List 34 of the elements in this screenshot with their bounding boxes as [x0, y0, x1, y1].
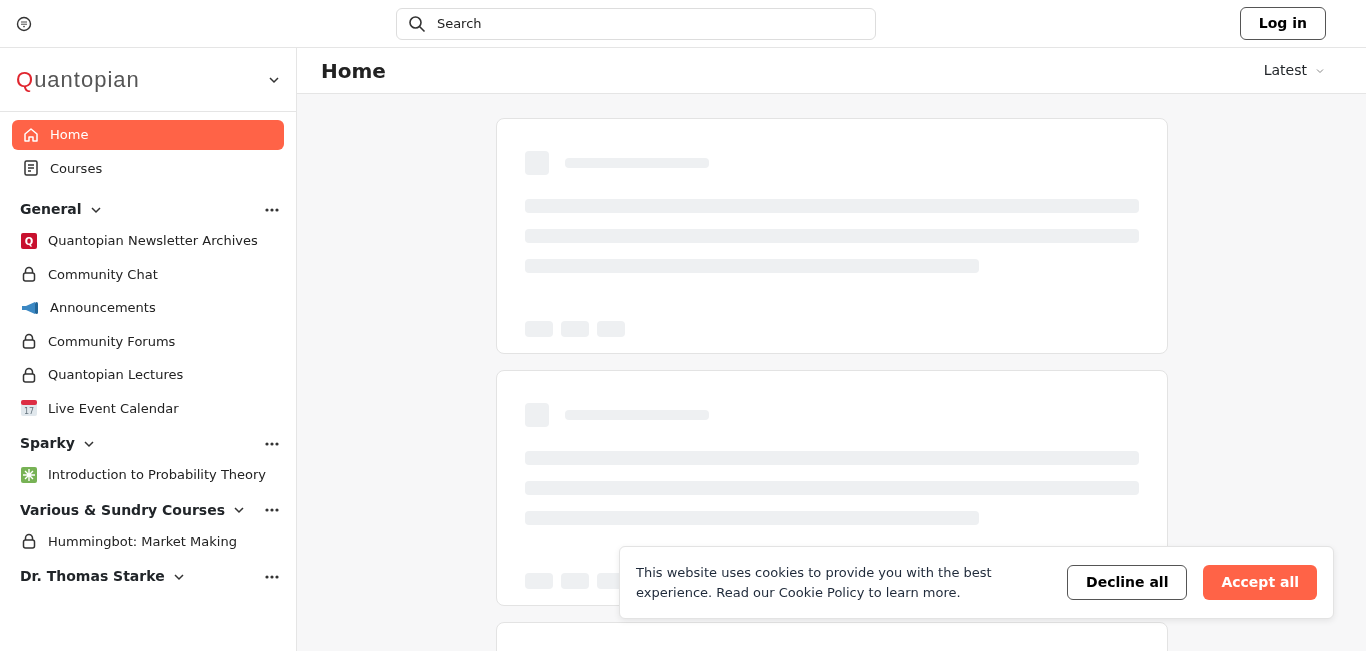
cookie-message: This website uses cookies to provide you with the best experience. Read our Cookie Policy to learn more.	[636, 564, 993, 602]
globe-icon	[16, 16, 32, 33]
sidebar-item[interactable]: Quantopian Lectures	[0, 358, 296, 392]
sidebar-item[interactable]: Community Forums	[0, 324, 296, 358]
more-icon[interactable]	[264, 440, 280, 447]
section-header[interactable]: Sparky	[16, 433, 95, 454]
home-icon	[22, 125, 40, 144]
sidebar-item[interactable]: Q Quantopian Newsletter Archives	[0, 224, 296, 258]
more-icon[interactable]	[264, 507, 280, 513]
login-button[interactable]: Log in	[1239, 7, 1326, 40]
calendar-icon: 17	[20, 399, 38, 418]
section-header[interactable]: General	[16, 199, 102, 220]
more-icon[interactable]	[264, 206, 280, 213]
nav-item[interactable]: Courses	[12, 153, 284, 183]
notebook-icon	[22, 159, 40, 178]
sort-dropdown[interactable]: Latest	[1254, 55, 1334, 87]
page-title: Home	[321, 58, 386, 83]
sidebar-item[interactable]: Announcements	[0, 291, 296, 325]
sidebar-item[interactable]: Hummingbot: Market Making	[0, 524, 296, 558]
decline-button[interactable]: Decline all	[1067, 565, 1188, 600]
sidebar-item[interactable]: 17 Live Event Calendar	[0, 391, 296, 425]
sparkle-icon	[20, 465, 38, 484]
brand-logo: Quantopian	[16, 66, 140, 94]
lock-icon	[20, 532, 38, 551]
sidebar-item[interactable]: Community Chat	[0, 257, 296, 291]
section-header[interactable]: Various & Sundry Courses	[16, 499, 245, 521]
q-badge-icon: Q	[20, 231, 38, 250]
lock-icon	[20, 265, 38, 284]
more-icon[interactable]	[264, 573, 280, 580]
lock-icon	[20, 365, 38, 384]
lock-icon	[20, 332, 38, 351]
section-header[interactable]: Dr. Thomas Starke	[16, 566, 185, 587]
sidebar-item[interactable]: Introduction to Probability Theory	[0, 458, 296, 492]
search-field[interactable]: Search	[395, 7, 876, 40]
